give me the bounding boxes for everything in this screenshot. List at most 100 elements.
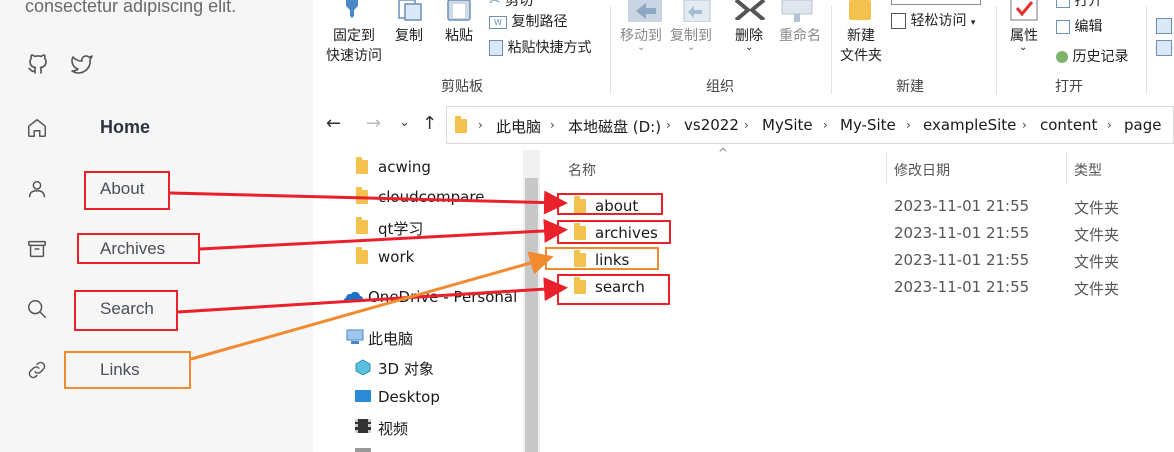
nav-tree-item-cloudcompare[interactable]: cloudcompare	[378, 188, 484, 206]
annotation-box-archives	[77, 233, 200, 264]
nav-tree-item-3d-objects[interactable]: 3D 对象	[378, 358, 434, 379]
nav-tree-item-this-pc[interactable]: 此电脑	[368, 328, 413, 349]
copy-icon	[398, 0, 422, 21]
clipboard-group-label: 剪贴板	[441, 79, 483, 95]
nav-tree-item-work[interactable]: work	[378, 248, 414, 266]
chevron-right-icon[interactable]: ›	[906, 118, 911, 132]
twitter-icon[interactable]	[70, 52, 94, 76]
properties-dropdown-icon[interactable]: ⌄	[1019, 42, 1027, 53]
video-icon	[355, 419, 371, 433]
annotation-box-search	[74, 290, 178, 331]
folder-icon	[455, 116, 467, 133]
new-folder-button[interactable]: 新建 文件夹	[834, 26, 888, 66]
column-divider[interactable]	[886, 152, 887, 184]
breadcrumb-vs2022[interactable]: vs2022	[684, 116, 739, 134]
move-to-dropdown-icon[interactable]: ⌄	[637, 42, 645, 53]
chevron-right-icon[interactable]: ›	[823, 118, 828, 132]
3d-objects-icon	[355, 359, 371, 375]
column-divider[interactable]	[1066, 152, 1067, 184]
file-row-search-date: 2023-11-01 21:55	[894, 278, 1030, 296]
back-arrow-icon[interactable]: ←	[326, 113, 341, 134]
history-button[interactable]: 历史记录	[1056, 46, 1128, 66]
nav-tree-item-onedrive[interactable]: OneDrive - Personal	[368, 288, 517, 306]
paste-button[interactable]: 粘贴	[442, 26, 476, 46]
breadcrumb-this-pc[interactable]: 此电脑	[496, 116, 541, 137]
properties-icon	[1010, 0, 1038, 21]
folder-icon	[356, 157, 368, 174]
edit-button[interactable]: 编辑	[1056, 16, 1102, 36]
annotation-box-folder-about	[557, 193, 663, 215]
pin-quick-access-button[interactable]: 固定到 快速访问	[319, 26, 389, 66]
delete-dropdown-icon[interactable]: ⌄	[745, 42, 753, 53]
file-row-links-date: 2023-11-01 21:55	[894, 251, 1030, 269]
site-tagline: consectetur adipiscing elit.	[25, 0, 237, 16]
nav-tree-item-qt[interactable]: qt学习	[378, 218, 423, 239]
github-icon[interactable]	[26, 52, 50, 76]
breadcrumb-mysite[interactable]: MySite	[762, 116, 813, 134]
onedrive-icon	[344, 291, 363, 302]
open-button[interactable]: 打开	[1056, 0, 1102, 10]
ribbon-separator	[996, 6, 997, 94]
ribbon-separator	[610, 6, 611, 94]
annotation-box-links	[64, 351, 191, 389]
copy-path-button[interactable]: W 复制路径	[489, 11, 567, 31]
rename-icon	[781, 0, 813, 22]
nav-home-link[interactable]: Home	[100, 117, 150, 138]
up-arrow-icon[interactable]: ↑	[422, 113, 437, 134]
file-row-search-type: 文件夹	[1074, 280, 1120, 298]
nav-tree-item-videos[interactable]: 视频	[378, 418, 408, 439]
chevron-right-icon[interactable]: ›	[666, 118, 671, 132]
pin-icon	[346, 0, 358, 18]
nav-pane-scrollbar-thumb[interactable]	[525, 178, 538, 452]
organize-group-label: 组织	[706, 79, 734, 95]
easy-access-button[interactable]: 轻松访问 ▾	[891, 10, 975, 30]
breadcrumb-page[interactable]: page	[1124, 116, 1161, 134]
breadcrumb-my-site[interactable]: My-Site	[840, 116, 896, 134]
copy-button[interactable]: 复制	[392, 26, 426, 46]
ribbon-separator	[831, 6, 832, 94]
search-icon	[28, 300, 46, 318]
column-header-name[interactable]: 名称	[568, 160, 596, 180]
column-header-date[interactable]: 修改日期	[894, 160, 950, 180]
chevron-right-icon[interactable]: ›	[478, 118, 483, 132]
forward-arrow-icon[interactable]: →	[366, 113, 381, 134]
select-none-icon[interactable]	[1156, 40, 1172, 56]
file-row-links-type: 文件夹	[1074, 253, 1120, 271]
file-row-archives-date: 2023-11-01 21:55	[894, 224, 1030, 242]
new-group-label: 新建	[896, 79, 924, 95]
chevron-right-icon[interactable]: ›	[550, 118, 555, 132]
pictures-icon	[355, 448, 371, 452]
edit-icon	[1056, 20, 1070, 34]
desktop-icon	[355, 390, 371, 402]
new-item-button[interactable]	[891, 0, 981, 5]
nav-tree-item-acwing[interactable]: acwing	[378, 158, 431, 176]
chevron-right-icon[interactable]: ›	[1022, 118, 1027, 132]
paste-shortcut-button[interactable]: 粘贴快捷方式	[489, 37, 591, 57]
column-header-type[interactable]: 类型	[1074, 160, 1102, 180]
folder-icon	[356, 187, 368, 204]
cut-button[interactable]: ✂ 剪切	[489, 0, 533, 10]
nav-tree-item-desktop[interactable]: Desktop	[378, 388, 440, 406]
breadcrumb-content[interactable]: content	[1040, 116, 1097, 134]
breadcrumb-examplesite[interactable]: exampleSite	[923, 116, 1016, 134]
computer-icon	[346, 329, 364, 344]
copy-to-dropdown-icon[interactable]: ⌄	[687, 42, 695, 53]
move-to-icon	[628, 0, 662, 22]
file-row-archives-type: 文件夹	[1074, 226, 1120, 244]
ribbon-separator	[1146, 6, 1147, 94]
breadcrumb-drive-d[interactable]: 本地磁盘 (D:)	[568, 116, 661, 137]
user-icon	[28, 180, 46, 198]
folder-icon	[356, 247, 368, 264]
folder-icon	[356, 217, 368, 234]
cut-icon: ✂	[489, 0, 501, 9]
home-icon	[28, 119, 46, 137]
chevron-right-icon[interactable]: ›	[1107, 118, 1112, 132]
paste-icon	[447, 0, 471, 21]
rename-button[interactable]: 重命名	[776, 26, 824, 46]
recent-locations-chevron-icon[interactable]: ⌄	[399, 115, 410, 130]
paste-shortcut-icon	[489, 40, 503, 56]
chevron-right-icon[interactable]: ›	[744, 118, 749, 132]
annotation-box-folder-links	[545, 247, 659, 270]
select-all-icon[interactable]	[1156, 18, 1172, 34]
copy-path-icon: W	[489, 15, 507, 29]
